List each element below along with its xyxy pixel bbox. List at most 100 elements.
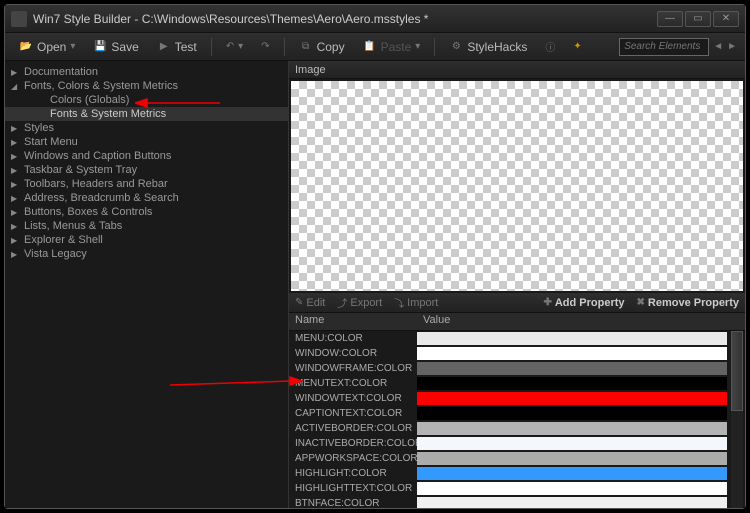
- name-column-header[interactable]: Name: [289, 313, 417, 330]
- copy-icon: ⧉: [299, 40, 313, 54]
- redo-button[interactable]: ↷: [255, 39, 275, 54]
- copy-button[interactable]: ⧉ Copy: [293, 38, 351, 56]
- property-row[interactable]: WINDOWFRAME:COLOR: [289, 361, 745, 376]
- toolbar-separator: [434, 38, 435, 56]
- property-name: BTNFACE:COLOR: [289, 498, 417, 508]
- image-preview[interactable]: [291, 81, 743, 291]
- paste-button[interactable]: 📋 Paste ▾: [357, 38, 427, 56]
- property-name: WINDOWTEXT:COLOR: [289, 393, 417, 404]
- edit-icon: ✎: [295, 297, 303, 308]
- tree-item-label: Explorer & Shell: [24, 234, 103, 246]
- export-button[interactable]: ⤴Export: [337, 295, 382, 310]
- value-column-header[interactable]: Value: [417, 313, 456, 330]
- edit-button[interactable]: ✎Edit: [295, 297, 325, 309]
- property-row[interactable]: WINDOWTEXT:COLOR: [289, 391, 745, 406]
- copy-label: Copy: [317, 40, 345, 54]
- tree-item[interactable]: ▶Windows and Caption Buttons: [5, 149, 288, 163]
- tree-item[interactable]: ▶Toolbars, Headers and Rebar: [5, 177, 288, 191]
- tree-item[interactable]: ▶Documentation: [5, 65, 288, 79]
- tree-item[interactable]: Fonts & System Metrics: [5, 107, 288, 121]
- search-container: ◄ ►: [619, 38, 737, 56]
- tree-item[interactable]: ▶Lists, Menus & Tabs: [5, 219, 288, 233]
- property-name: HIGHLIGHTTEXT:COLOR: [289, 483, 417, 494]
- property-color-swatch[interactable]: [417, 377, 727, 390]
- property-name: INACTIVEBORDER:COLOR: [289, 438, 417, 449]
- search-input[interactable]: [619, 38, 709, 56]
- search-next-icon[interactable]: ►: [727, 41, 737, 52]
- property-list[interactable]: MENU:COLOR WINDOW:COLORWINDOWFRAME:COLORM…: [289, 331, 745, 508]
- property-color-swatch[interactable]: [417, 362, 727, 375]
- tree-item-label: Toolbars, Headers and Rebar: [24, 178, 168, 190]
- tree-item[interactable]: ▶Buttons, Boxes & Controls: [5, 205, 288, 219]
- open-button[interactable]: 📂 Open ▾: [13, 38, 81, 56]
- tree-sidebar[interactable]: ▶Documentation◢Fonts, Colors & System Me…: [5, 61, 289, 508]
- toolbar-separator: [284, 38, 285, 56]
- property-row[interactable]: ACTIVEBORDER:COLOR: [289, 421, 745, 436]
- property-color-swatch[interactable]: [417, 407, 727, 420]
- search-prev-icon[interactable]: ◄: [713, 41, 723, 52]
- undo-button[interactable]: ↶▾: [220, 39, 249, 54]
- property-row[interactable]: CAPTIONTEXT:COLOR: [289, 406, 745, 421]
- tree-item[interactable]: ▶Start Menu: [5, 135, 288, 149]
- tree-item[interactable]: ▶Vista Legacy: [5, 247, 288, 261]
- property-color-swatch[interactable]: [417, 332, 727, 345]
- info-button[interactable]: ⓘ: [539, 37, 561, 56]
- tree-arrow-icon: ▶: [11, 124, 21, 133]
- main-toolbar: 📂 Open ▾ 💾 Save ▶ Test ↶▾ ↷ ⧉ Copy 📋 Pas…: [5, 33, 745, 61]
- tree-item[interactable]: Colors (Globals): [5, 93, 288, 107]
- tree-item[interactable]: ▶Taskbar & System Tray: [5, 163, 288, 177]
- tree-item-label: Fonts, Colors & System Metrics: [24, 80, 178, 92]
- add-property-button[interactable]: ✚Add Property: [543, 297, 624, 309]
- property-color-swatch[interactable]: [417, 467, 727, 480]
- tree-item[interactable]: ▶Address, Breadcrumb & Search: [5, 191, 288, 205]
- property-color-swatch[interactable]: [417, 347, 727, 360]
- tree-arrow-icon: ▶: [11, 152, 21, 161]
- titlebar[interactable]: Win7 Style Builder - C:\Windows\Resource…: [5, 5, 745, 33]
- app-icon: [11, 11, 27, 27]
- property-row[interactable]: HIGHLIGHTTEXT:COLOR: [289, 481, 745, 496]
- body-area: ▶Documentation◢Fonts, Colors & System Me…: [5, 61, 745, 508]
- minimize-button[interactable]: —: [657, 11, 683, 27]
- property-color-swatch[interactable]: [417, 482, 727, 495]
- tree-arrow-icon: ▶: [11, 236, 21, 245]
- close-button[interactable]: ✕: [713, 11, 739, 27]
- remove-property-button[interactable]: ✖Remove Property: [637, 297, 739, 309]
- property-row[interactable]: BTNFACE:COLOR: [289, 496, 745, 508]
- tree-arrow-icon: ▶: [11, 68, 21, 77]
- stylehacks-label: StyleHacks: [467, 40, 527, 54]
- paste-label: Paste: [381, 40, 412, 54]
- property-color-swatch[interactable]: [417, 497, 727, 508]
- property-color-swatch[interactable]: [417, 422, 727, 435]
- save-button[interactable]: 💾 Save: [87, 38, 144, 56]
- window-title: Win7 Style Builder - C:\Windows\Resource…: [33, 12, 657, 26]
- scrollbar-thumb[interactable]: [731, 331, 743, 411]
- stylehacks-icon: ⚙: [449, 40, 463, 54]
- property-color-swatch[interactable]: [417, 392, 727, 405]
- help-button[interactable]: ✦: [567, 39, 587, 54]
- stylehacks-button[interactable]: ⚙ StyleHacks: [443, 38, 533, 56]
- scrollbar[interactable]: [731, 331, 743, 508]
- import-button[interactable]: ⤵Import: [394, 295, 438, 310]
- property-row[interactable]: HIGHLIGHT:COLOR: [289, 466, 745, 481]
- property-list-header: Name Value: [289, 313, 745, 331]
- paste-icon: 📋: [363, 40, 377, 54]
- tree-item[interactable]: ▶Styles: [5, 121, 288, 135]
- property-color-swatch[interactable]: [417, 437, 727, 450]
- property-name: MENU:COLOR: [289, 333, 417, 344]
- tree-arrow-icon: ▶: [11, 166, 21, 175]
- property-row[interactable]: WINDOW:COLOR: [289, 346, 745, 361]
- test-button[interactable]: ▶ Test: [151, 38, 203, 56]
- property-row[interactable]: MENUTEXT:COLOR: [289, 376, 745, 391]
- property-row[interactable]: INACTIVEBORDER:COLOR: [289, 436, 745, 451]
- property-color-swatch[interactable]: [417, 452, 727, 465]
- remove-icon: ✖: [637, 297, 645, 308]
- tree-item-label: Colors (Globals): [50, 94, 129, 106]
- property-row[interactable]: MENU:COLOR: [289, 331, 745, 346]
- tree-arrow-icon: ▶: [11, 222, 21, 231]
- maximize-button[interactable]: ▭: [685, 11, 711, 27]
- tree-item[interactable]: ▶Explorer & Shell: [5, 233, 288, 247]
- tree-item[interactable]: ◢Fonts, Colors & System Metrics: [5, 79, 288, 93]
- property-row[interactable]: APPWORKSPACE:COLOR: [289, 451, 745, 466]
- window-controls: — ▭ ✕: [657, 11, 739, 27]
- tree-item-label: Fonts & System Metrics: [50, 108, 166, 120]
